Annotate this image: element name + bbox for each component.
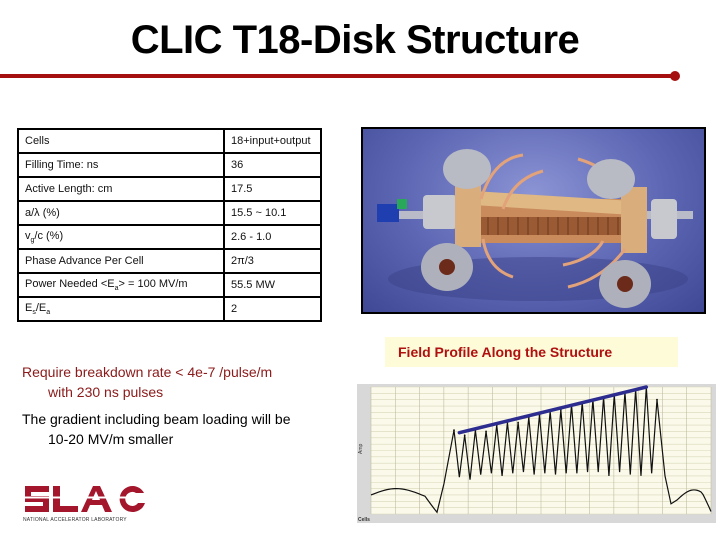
label-text: /E xyxy=(35,301,47,314)
spec-label: a/λ (%) xyxy=(17,200,225,226)
structure-illustration xyxy=(377,149,693,308)
cell-peak-point xyxy=(517,421,520,424)
note-line: Require breakdown rate < 4e-7 /pulse/m xyxy=(22,364,273,380)
table-row: Phase Advance Per Cell 2π/3 xyxy=(17,248,322,274)
spec-label: vg/c (%) xyxy=(17,224,225,250)
field-profile-plot: Amp Cells xyxy=(357,384,716,523)
cell-peak-point xyxy=(463,434,466,437)
spec-value: 55.5 MW xyxy=(223,272,322,298)
cell-peak-point xyxy=(485,430,487,433)
label-text: /c (%) xyxy=(34,229,64,242)
cell-peak-point xyxy=(656,398,658,401)
spec-label: Es/Ea xyxy=(17,296,225,322)
table-row: a/λ (%) 15.5 ~ 10.1 xyxy=(17,200,322,226)
spec-label: Power Needed <Ea> = 100 MV/m xyxy=(17,272,225,298)
title-divider xyxy=(0,74,676,78)
spec-value: 2.6 - 1.0 xyxy=(223,224,322,250)
field-profile-chart: Amp Cells xyxy=(357,384,716,523)
breakdown-requirement-note: Require breakdown rate < 4e-7 /pulse/m w… xyxy=(22,362,352,402)
structure-photo xyxy=(361,127,706,314)
table-row: vg/c (%) 2.6 - 1.0 xyxy=(17,224,322,250)
note-line: 10-20 MV/m smaller xyxy=(48,431,174,447)
label-text: > = 100 MV/m xyxy=(118,277,188,290)
spec-label: Cells xyxy=(17,128,225,154)
slide-title: CLIC T18-Disk Structure xyxy=(130,18,580,62)
slac-logo-subtitle: NATIONAL ACCELERATOR LABORATORY xyxy=(23,517,127,523)
specs-table: Cells 18+input+output Filling Time: ns 3… xyxy=(17,128,322,322)
cell-peak-point xyxy=(453,429,455,432)
title-divider-endpoint xyxy=(670,71,680,81)
x-axis-label: Cells xyxy=(358,517,370,523)
label-text: Power Needed <E xyxy=(25,277,115,290)
spec-label: Active Length: cm xyxy=(17,176,225,202)
note-line: The gradient including beam loading will… xyxy=(22,411,291,427)
y-axis-label: Amp xyxy=(358,444,364,455)
table-row: Es/Ea 2 xyxy=(17,296,322,322)
spec-value: 18+input+output xyxy=(223,128,322,154)
spec-label: Phase Advance Per Cell xyxy=(17,248,225,274)
spec-value: 15.5 ~ 10.1 xyxy=(223,200,322,226)
table-row: Cells 18+input+output xyxy=(17,128,322,154)
spec-value: 36 xyxy=(223,152,322,178)
spec-value: 2 xyxy=(223,296,322,322)
spec-value: 17.5 xyxy=(223,176,322,202)
chart-title: Field Profile Along the Structure xyxy=(385,337,678,367)
note-line: with 230 ns pulses xyxy=(48,384,164,400)
table-row: Active Length: cm 17.5 xyxy=(17,176,322,202)
gradient-note: The gradient including beam loading will… xyxy=(22,409,352,449)
spec-label: Filling Time: ns xyxy=(17,152,225,178)
table-row: Power Needed <Ea> = 100 MV/m 55.5 MW xyxy=(17,272,322,298)
label-subscript: a xyxy=(46,309,51,317)
table-row: Filling Time: ns 36 xyxy=(17,152,322,178)
spec-value: 2π/3 xyxy=(223,248,322,274)
